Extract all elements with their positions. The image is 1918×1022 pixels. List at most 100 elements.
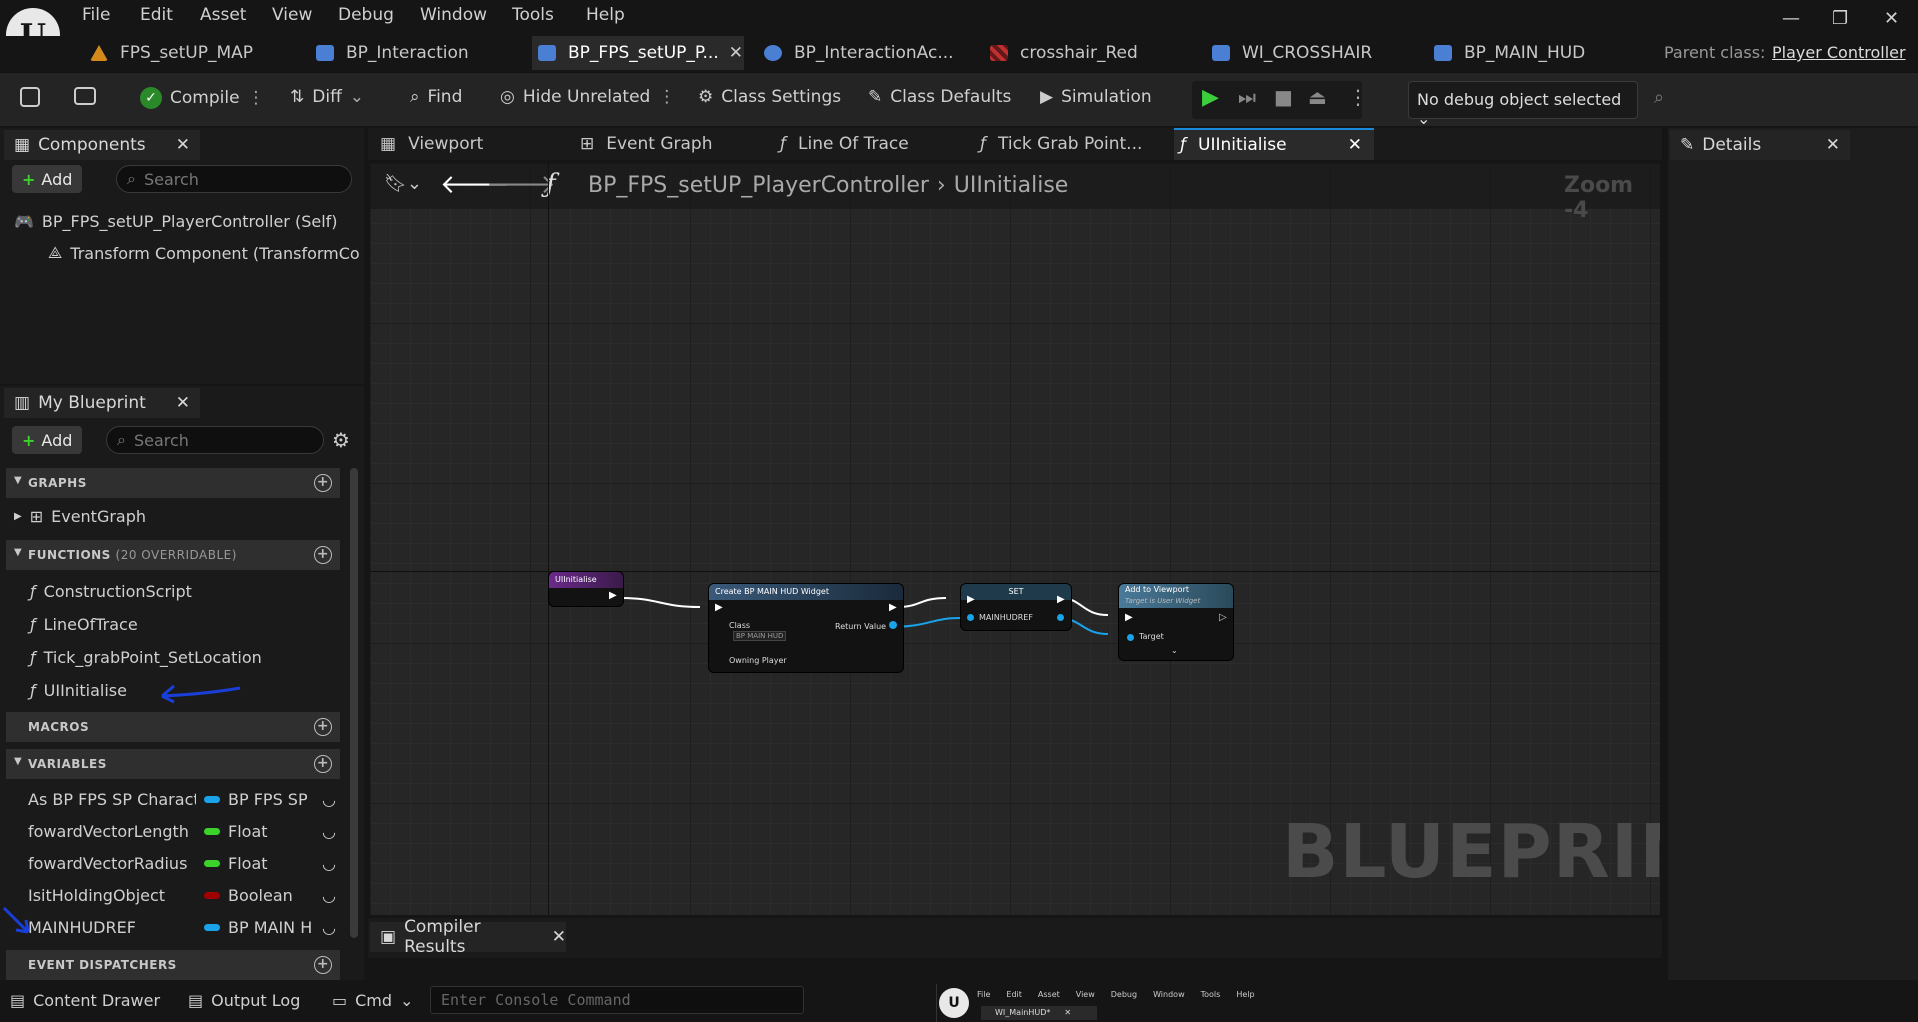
simulation-button[interactable]: ▶ Simulation: [1040, 87, 1152, 107]
function-lineoftrace[interactable]: ƒ LineOfTrace: [30, 615, 138, 634]
more-options-icon[interactable]: ⋮: [1348, 85, 1368, 109]
event-dispatchers-header[interactable]: EVENT DISPATCHERS +: [6, 950, 340, 980]
visibility-eye-icon[interactable]: ◡: [322, 854, 336, 873]
target-pin-icon[interactable]: [1127, 634, 1134, 641]
my-blueprint-tab[interactable]: ▥ My Blueprint ✕: [4, 388, 200, 418]
variable-row[interactable]: As BP FPS SP Charact BP FPS SP ◡: [28, 790, 338, 809]
step-icon[interactable]: ⏭: [1238, 85, 1256, 109]
tab-event-graph[interactable]: ⊞ Event Graph: [574, 128, 754, 160]
debug-filter-icon[interactable]: ⌕: [1654, 87, 1664, 108]
function-constructionscript[interactable]: ƒ ConstructionScript: [30, 582, 192, 601]
menu-edit[interactable]: Edit: [140, 5, 173, 25]
class-defaults-button[interactable]: ✎ Class Defaults: [868, 87, 1011, 107]
add-function-icon[interactable]: +: [314, 546, 332, 564]
close-panel-icon[interactable]: ✕: [176, 393, 190, 413]
stop-icon[interactable]: ■: [1274, 85, 1293, 109]
exec-pin-icon[interactable]: ▶: [967, 594, 975, 605]
components-tab[interactable]: ▦ Components ✕: [4, 130, 200, 160]
doc-tab-wi-crosshair[interactable]: WI_CROSSHAIR: [1206, 36, 1386, 70]
macros-header[interactable]: MACROS +: [6, 712, 340, 742]
doc-tab-map[interactable]: FPS_setUP_MAP: [84, 36, 274, 70]
browse-icon[interactable]: [74, 87, 96, 105]
parent-class-link[interactable]: Player Controller: [1772, 43, 1906, 62]
menu-tools[interactable]: Tools: [512, 5, 554, 25]
cmd-dropdown[interactable]: ▭ Cmd ⌄: [332, 991, 413, 1010]
output-pin-icon[interactable]: [1057, 614, 1064, 621]
node-function-entry[interactable]: UIInitialise ▶: [548, 571, 624, 607]
component-transform[interactable]: ⟁ Transform Component (TransformCo: [48, 243, 360, 263]
exec-pin-icon[interactable]: ▶: [1057, 594, 1065, 605]
tab-line-of-trace[interactable]: ƒ Line Of Trace: [774, 128, 954, 160]
save-icon[interactable]: [20, 87, 40, 107]
tab-tick-grab-point[interactable]: ƒ Tick Grab Point...: [974, 128, 1154, 160]
class-settings-button[interactable]: ⚙ Class Settings: [698, 87, 841, 107]
node-set[interactable]: SET ▶ ▶ MAINHUDREF: [960, 583, 1072, 631]
add-dispatcher-icon[interactable]: +: [314, 956, 332, 974]
function-uiinitialise[interactable]: ƒ UIInitialise: [30, 681, 127, 700]
close-window-icon[interactable]: ✕: [1884, 8, 1899, 29]
doc-tab-bp-fps-setup[interactable]: BP_FPS_setUP_P... ✕: [532, 36, 744, 70]
settings-gear-icon[interactable]: ⚙: [332, 428, 350, 452]
diff-button[interactable]: ⇅ Diff ⌄: [290, 87, 364, 107]
component-self[interactable]: 🎮 BP_FPS_setUP_PlayerController (Self): [14, 212, 338, 231]
visibility-eye-icon[interactable]: ◡: [322, 918, 336, 937]
expand-chevron-icon[interactable]: ⌄: [1171, 646, 1178, 655]
close-tab-icon[interactable]: ✕: [729, 43, 743, 63]
close-panel-icon[interactable]: ✕: [552, 927, 566, 947]
compiler-results-tab[interactable]: ▣ Compiler Results ✕: [370, 917, 566, 957]
doc-tab-crosshair-red[interactable]: crosshair_Red: [984, 36, 1164, 70]
menu-file[interactable]: File: [82, 5, 110, 25]
input-pin-icon[interactable]: [967, 614, 974, 621]
close-panel-icon[interactable]: ✕: [1826, 135, 1840, 155]
node-add-to-viewport[interactable]: Add to Viewport Target is User Widget ▶ …: [1118, 583, 1234, 661]
find-button[interactable]: ⌕ Find: [410, 87, 462, 107]
content-drawer-button[interactable]: ▤ Content Drawer: [10, 991, 160, 1010]
visibility-eye-icon[interactable]: ◡: [322, 822, 336, 841]
variable-row[interactable]: fowardVectorLength Float ◡: [28, 822, 338, 841]
hide-unrelated-button[interactable]: ◎ Hide Unrelated ⋮: [500, 87, 675, 107]
minimize-icon[interactable]: —: [1782, 8, 1800, 29]
add-macro-icon[interactable]: +: [314, 718, 332, 736]
function-tick-grabpoint[interactable]: ƒ Tick_grabPoint_SetLocation: [30, 648, 262, 667]
play-icon[interactable]: ▶: [1202, 85, 1219, 110]
blueprint-graph-canvas[interactable]: 🔖︎⌄ 🡐 🡒 ƒ BP_FPS_setUP_PlayerController ›…: [370, 163, 1660, 915]
exec-pin-icon[interactable]: ▶: [889, 602, 897, 613]
eject-icon[interactable]: ⏏: [1308, 85, 1327, 109]
exec-pin-icon[interactable]: ▶: [715, 602, 723, 613]
variables-header[interactable]: ▼ VARIABLES +: [6, 749, 340, 779]
variable-row[interactable]: fowardVectorRadius Float ◡: [28, 854, 338, 873]
class-select[interactable]: BP MAIN HUD: [733, 631, 787, 641]
node-create-widget[interactable]: Create BP MAIN HUD Widget ▶ ▶ Class BP M…: [708, 583, 904, 673]
menu-debug[interactable]: Debug: [338, 5, 394, 25]
return-pin-icon[interactable]: [889, 621, 897, 629]
add-graph-icon[interactable]: +: [314, 474, 332, 492]
close-tab-icon[interactable]: ✕: [1348, 135, 1362, 155]
restore-icon[interactable]: ❐: [1832, 8, 1848, 29]
doc-tab-bp-main-hud[interactable]: BP_MAIN_HUD: [1428, 36, 1598, 70]
graphs-header[interactable]: ▼ GRAPHS +: [6, 468, 340, 498]
add-variable-icon[interactable]: +: [314, 755, 332, 773]
output-log-button[interactable]: ▤ Output Log: [188, 991, 300, 1010]
components-search-input[interactable]: ⌕ Search: [116, 165, 352, 193]
close-panel-icon[interactable]: ✕: [176, 135, 190, 155]
exec-out-pin-icon[interactable]: ▷: [1219, 612, 1227, 623]
exec-pin-icon[interactable]: ▶: [609, 590, 617, 601]
doc-tab-bp-interaction[interactable]: BP_Interaction: [310, 36, 520, 70]
taskbar-preview-window[interactable]: U File Edit Asset View Debug Window Tools Help …: [936, 984, 1918, 1022]
scrollbar[interactable]: [350, 468, 358, 938]
debug-object-select[interactable]: No debug object selected ⌄: [1408, 81, 1638, 128]
menu-asset[interactable]: Asset: [200, 5, 246, 25]
visibility-eye-icon[interactable]: ◡: [322, 886, 336, 905]
tab-uiinitialise[interactable]: ƒ UIInitialise ✕: [1174, 128, 1374, 160]
menu-window[interactable]: Window: [420, 5, 487, 25]
graph-eventgraph[interactable]: ▶ ⊞ EventGraph: [14, 507, 146, 526]
doc-tab-bp-interaction-ac[interactable]: BP_InteractionAc...: [758, 36, 968, 70]
compile-button[interactable]: ✓ Compile ⋮: [140, 87, 265, 109]
console-input[interactable]: Enter Console Command: [430, 986, 804, 1014]
tab-viewport[interactable]: ▦ Viewport: [374, 128, 554, 160]
menu-view[interactable]: View: [272, 5, 312, 25]
visibility-eye-icon[interactable]: ◡: [322, 790, 336, 809]
components-add-button[interactable]: + Add: [12, 165, 83, 193]
variable-row[interactable]: MAINHUDREF BP MAIN H ◡: [28, 918, 338, 937]
exec-pin-icon[interactable]: ▶: [1125, 612, 1133, 623]
